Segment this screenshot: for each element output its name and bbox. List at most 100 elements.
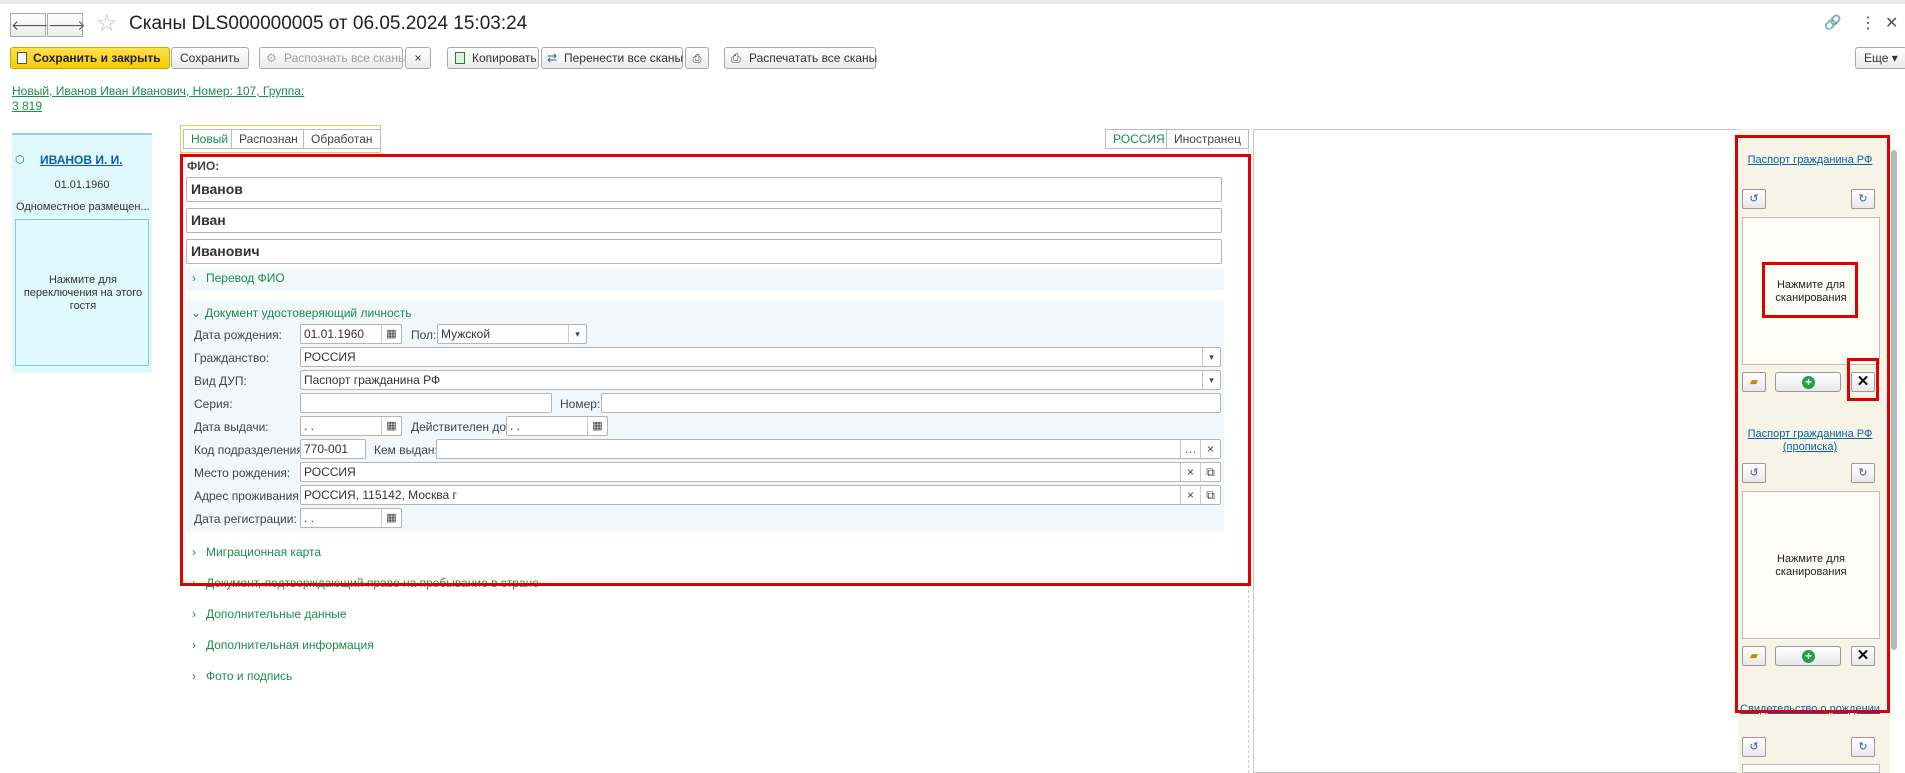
rotate-left-icon[interactable]: ↺ (1742, 737, 1766, 757)
issue-date-value: . . (304, 419, 315, 433)
division-code-field[interactable]: 770-001 (300, 439, 366, 459)
birth-place-field[interactable]: РОССИЯ × ⧉ (300, 462, 1221, 482)
registration-date-field[interactable]: . . ▦ (300, 508, 402, 528)
copy-button[interactable]: Копировать (447, 47, 539, 69)
recognize-all-label: Распознать все сканы (284, 51, 407, 65)
select-ellipsis-icon[interactable]: … (1180, 440, 1200, 458)
rotate-right-icon[interactable]: ↻ (1851, 189, 1875, 209)
rotate-left-icon[interactable]: ↺ (1742, 463, 1766, 483)
fio-translation-section[interactable]: › Перевод ФИО (192, 271, 285, 285)
gender-label: Пол: (411, 328, 437, 342)
guest-name-link[interactable]: ИВАНОВ И. И. (40, 153, 123, 167)
additional-data-section[interactable]: › Дополнительные данные (192, 607, 347, 621)
copy-label: Копировать (472, 51, 537, 65)
last-name-field[interactable]: Иванов (186, 177, 1222, 202)
valid-until-label: Действителен до: (411, 420, 510, 434)
gear-icon: ⚙ (266, 51, 277, 65)
calendar-icon[interactable]: ▦ (381, 417, 401, 435)
chevron-right-icon: › (192, 607, 196, 621)
folder-icon[interactable]: ▰ (1742, 646, 1766, 666)
migration-card-section[interactable]: › Миграционная карта (192, 545, 321, 559)
guest-info-link[interactable]: Новый, Иванов Иван Иванович, Номер: 107,… (12, 84, 304, 114)
guest-info-line1: Новый, Иванов Иван Иванович, Номер: 107,… (12, 84, 305, 98)
scan-area-birth-certificate[interactable] (1742, 764, 1880, 773)
open-icon[interactable]: ⧉ (1200, 486, 1220, 504)
citizenship-select[interactable]: РОССИЯ ▾ (300, 347, 1221, 367)
stay-right-section[interactable]: › Документ, подтверждающий право на пребы… (192, 576, 539, 590)
add-scan-button[interactable]: + (1775, 372, 1841, 392)
panel-divider[interactable] (1248, 150, 1249, 773)
issue-date-field[interactable]: . . ▦ (300, 416, 402, 436)
gender-value: Мужской (441, 327, 491, 341)
series-label: Серия: (194, 397, 233, 411)
plus-icon: + (1802, 376, 1815, 389)
cancel-recognition-button[interactable]: × (405, 47, 431, 69)
chevron-right-icon: › (192, 576, 196, 590)
clear-icon[interactable]: × (1180, 463, 1200, 481)
add-scan-button[interactable]: + (1775, 646, 1841, 666)
chevron-right-icon: › (192, 669, 196, 683)
dropdown-arrow-icon[interactable]: ▾ (1202, 371, 1220, 389)
printer-icon: ⎙ (731, 51, 741, 65)
scan-title-passport[interactable]: Паспорт гражданина РФ (1740, 154, 1880, 167)
gender-select[interactable]: Мужской ▾ (437, 324, 587, 344)
tab-russia[interactable]: РОССИЯ (1105, 129, 1173, 149)
dropdown-arrow-icon[interactable]: ▾ (1202, 348, 1220, 366)
more-actions-button[interactable]: Еще ▾ (1855, 47, 1905, 69)
rotate-right-icon[interactable]: ↻ (1851, 737, 1875, 757)
clear-icon[interactable]: × (1200, 440, 1220, 458)
rotate-left-icon[interactable]: ↺ (1742, 189, 1766, 209)
tab-status-new[interactable]: Новый (183, 129, 237, 149)
scan-area-passport-registration[interactable]: Нажмите для сканирования (1742, 491, 1880, 639)
clear-icon[interactable]: × (1180, 486, 1200, 504)
forward-button[interactable]: 🡒 (47, 13, 86, 37)
guest-switch-box[interactable]: Нажмите для переключения на этого гостя (15, 219, 149, 366)
tab-status-recognized[interactable]: Распознан (231, 129, 306, 149)
calendar-icon[interactable]: ▦ (381, 325, 401, 343)
number-field[interactable] (601, 393, 1221, 413)
address-field[interactable]: РОССИЯ, 115142, Москва г × ⧉ (300, 485, 1221, 505)
scan-title-passport-registration[interactable]: Паспорт гражданина РФ (прописка) (1740, 428, 1880, 454)
print-all-scans-button[interactable]: ⎙ Распечатать все сканы (724, 47, 877, 69)
save-and-close-button[interactable]: Сохранить и закрыть (10, 47, 170, 69)
scan-settings-button[interactable]: ⎙ (685, 47, 709, 69)
series-field[interactable] (300, 393, 552, 413)
open-icon[interactable]: ⧉ (1200, 463, 1220, 481)
recognize-all-button[interactable]: ⚙ Распознать все сканы (259, 47, 407, 69)
doc-type-label: Вид ДУП: (194, 374, 247, 388)
close-window-icon[interactable]: ✕ (1885, 13, 1898, 33)
guest-birth-date: 01.01.1960 (54, 179, 110, 191)
more-icon[interactable]: ⋮ (1860, 13, 1876, 33)
move-all-scans-button[interactable]: ⇄ Перенести все сканы (541, 47, 683, 69)
plus-icon: + (1802, 650, 1815, 663)
valid-until-field[interactable]: . . ▦ (506, 416, 608, 436)
tab-status-processed[interactable]: Обработан (303, 129, 381, 149)
rotate-right-icon[interactable]: ↻ (1851, 463, 1875, 483)
scan-title-birth-certificate[interactable]: Свидетельство о рождении (1740, 703, 1880, 716)
delete-scan-button[interactable]: ✕ (1851, 646, 1875, 666)
delete-scan-button[interactable]: ✕ (1851, 372, 1875, 392)
top-border (0, 0, 1905, 4)
photo-signature-section[interactable]: › Фото и подпись (192, 669, 292, 683)
birth-date-field[interactable]: 01.01.1960 ▦ (300, 324, 402, 344)
issued-by-field[interactable]: … × (436, 439, 1221, 459)
guest-card[interactable]: ⬡ ИВАНОВ И. И. 01.01.1960 Одноместное ра… (12, 133, 152, 373)
calendar-icon[interactable]: ▦ (381, 509, 401, 527)
id-document-section[interactable]: ⌄ Документ удостоверяющий личность (191, 306, 411, 320)
first-name-field[interactable]: Иван (186, 208, 1222, 233)
middle-name-field[interactable]: Иванович (186, 239, 1222, 264)
citizenship-label: Гражданство: (194, 351, 270, 365)
save-button[interactable]: Сохранить (171, 47, 249, 69)
fio-label: ФИО: (187, 159, 220, 173)
scan-list-scrollbar[interactable] (1891, 150, 1897, 650)
favorite-star-icon[interactable]: ☆ (96, 9, 118, 38)
tab-foreigner[interactable]: Иностранец (1166, 129, 1249, 149)
link-icon[interactable]: 🔗 (1824, 14, 1841, 31)
dropdown-arrow-icon[interactable]: ▾ (568, 325, 586, 343)
additional-info-section[interactable]: › Дополнительная информация (192, 638, 374, 652)
back-button[interactable]: 🡐 (10, 13, 49, 37)
scan-area-passport[interactable]: Нажмите для сканирования (1742, 217, 1880, 365)
doc-type-select[interactable]: Паспорт гражданина РФ ▾ (300, 370, 1221, 390)
calendar-icon[interactable]: ▦ (587, 417, 607, 435)
folder-icon[interactable]: ▰ (1742, 372, 1766, 392)
